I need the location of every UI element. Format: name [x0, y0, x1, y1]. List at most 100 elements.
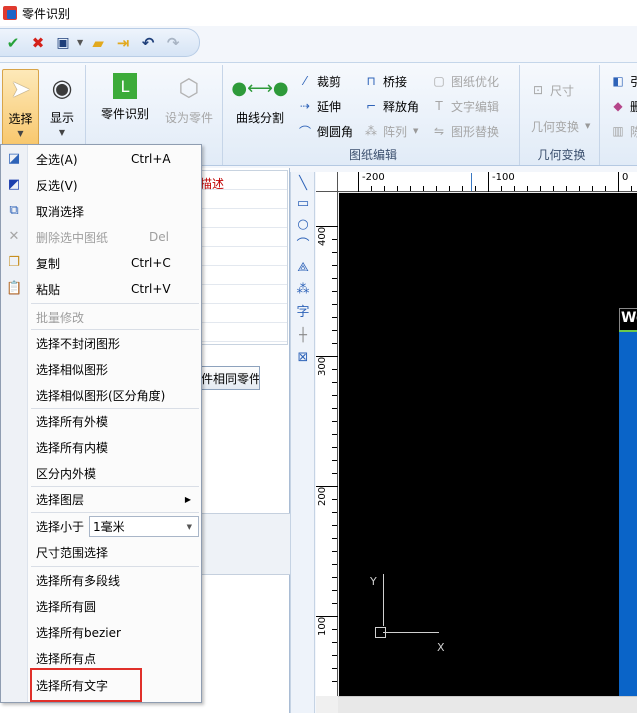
drawing-toolbox: ╲ ▭ ○ ⌒ ⟁ ⁂ 字 ┼ ⊠ — [290, 172, 315, 713]
bridge-label: 桥接 — [383, 74, 408, 89]
menu-item-select-all[interactable]: ◪ 全选(A) Ctrl+A — [1, 146, 201, 172]
rectangle-tool-icon[interactable]: ▭ — [295, 196, 311, 212]
hexagon-icon: ⬡ — [178, 74, 200, 102]
shape-replace-icon: ⇋ — [433, 124, 445, 138]
magic-wand-icon[interactable]: ⁂ — [295, 282, 311, 298]
drawing-area[interactable]: We Y X — [339, 193, 637, 696]
curve-split-button[interactable]: ●⟷● 曲线分割 — [230, 69, 290, 126]
window-title: 零件识别 — [22, 6, 71, 21]
select-button[interactable]: ➤ 选择 ▼ — [2, 69, 39, 149]
optimize-icon: ▢ — [433, 74, 445, 88]
more-label-3: 陈 — [630, 124, 637, 139]
ruler-left: 400 300 200 100 — [316, 192, 338, 696]
menu-item-select-bezier[interactable]: 选择所有bezier — [1, 619, 201, 645]
export-icon[interactable]: ⇥ — [112, 32, 134, 54]
extend-button[interactable]: ⇢ 延伸 — [296, 95, 341, 117]
more-button-3[interactable]: ▥ 陈 — [609, 120, 637, 142]
menu-item-select-unclosed[interactable]: 选择不封闭图形 — [1, 330, 201, 356]
part-recognition-button[interactable]: L 零件识别 — [95, 69, 155, 122]
part-recognition-icon: L — [113, 73, 137, 99]
ruler-top-label: -100 — [492, 172, 515, 183]
menu-item-label: 反选(V) — [36, 178, 78, 193]
dimension-button[interactable]: ⊡ 尺寸 — [529, 79, 574, 101]
save-icon[interactable]: ▣ — [52, 32, 74, 54]
menu-item-label: 选择所有bezier — [36, 625, 121, 640]
shape-replace-label: 图形替换 — [451, 124, 500, 139]
axis-y-label: Y — [370, 575, 377, 588]
display-button[interactable]: ◉ 显示 ▼ — [44, 69, 80, 137]
menu-item-cancel-selection[interactable]: ⧉ 取消选择 — [1, 198, 201, 224]
menu-item-label: 复制 — [36, 256, 61, 271]
optimize-button[interactable]: ▢ 图纸优化 — [430, 70, 499, 92]
menu-item-label: 取消选择 — [36, 204, 85, 219]
more-label-2: 删 — [630, 99, 637, 114]
array-button[interactable]: ⁂ 阵列 ▼ — [362, 120, 418, 142]
menu-item-paste[interactable]: 📋 粘贴 Ctrl+V — [1, 276, 201, 302]
check-icon[interactable]: ✔ — [2, 32, 24, 54]
arc-tool-icon[interactable]: ⌒ — [295, 238, 311, 254]
trim-icon: ⁄ — [303, 74, 306, 88]
menu-item-label: 区分内外模 — [36, 466, 97, 481]
copy-icon: ❐ — [8, 255, 20, 270]
menu-item-select-similar[interactable]: 选择相似图形 — [1, 356, 201, 382]
smaller-than-select[interactable]: 1毫米 ▼ — [89, 516, 199, 537]
set-as-part-button[interactable]: ⬡ 设为零件 — [159, 69, 219, 126]
menu-item-batch-modify[interactable]: 批量修改 — [1, 304, 201, 330]
fillet-icon: ⌒ — [298, 124, 311, 139]
part-shape[interactable] — [619, 330, 637, 696]
menu-item-split-inner-outer[interactable]: 区分内外模 — [1, 460, 201, 486]
release-radius-icon: ⌐ — [365, 99, 377, 113]
horizontal-scrollbar[interactable] — [338, 696, 637, 713]
text-icon: T — [435, 99, 443, 113]
menu-item-shortcut: Ctrl+C — [131, 256, 171, 270]
menu-item-size-range[interactable]: 尺寸范围选择 — [1, 539, 201, 565]
menu-item-select-polylines[interactable]: 选择所有多段线 — [1, 567, 201, 593]
menu-item-label: 批量修改 — [36, 310, 85, 325]
geometry-transform-button[interactable]: 几何变换 ▼ — [531, 115, 590, 137]
menu-item-select-inner[interactable]: 选择所有内模 — [1, 434, 201, 460]
menu-item-copy[interactable]: ❐ 复制 Ctrl+C — [1, 250, 201, 276]
cross-icon[interactable]: ✖ — [27, 32, 49, 54]
fillet-button[interactable]: ⌒ 倒圆角 — [296, 120, 353, 142]
bridge-button[interactable]: ⊓ 桥接 — [362, 70, 407, 92]
menu-item-select-smaller[interactable]: 选择小于 1毫米 ▼ — [1, 513, 201, 539]
menu-item-invert-selection[interactable]: ◩ 反选(V) — [1, 172, 201, 198]
menu-item-label: 选择相似图形 — [36, 362, 109, 377]
menu-item-select-outer[interactable]: 选择所有外模 — [1, 408, 201, 434]
polyline-tool-icon[interactable]: ⟁ — [295, 260, 311, 276]
redo-icon[interactable]: ↷ — [162, 32, 184, 54]
save-dropdown-icon[interactable]: ▼ — [77, 38, 83, 47]
line-tool-icon[interactable]: ╲ — [295, 176, 311, 192]
more-button-1[interactable]: ◧ 引 — [609, 70, 637, 92]
set-as-part-label: 设为零件 — [164, 111, 213, 125]
menu-item-select-circles[interactable]: 选择所有圆 — [1, 593, 201, 619]
array-icon: ⁂ — [365, 124, 377, 138]
release-radius-button[interactable]: ⌐ 释放角 — [362, 95, 419, 117]
ruler-left-label: 200 — [317, 486, 328, 506]
undo-icon[interactable]: ↶ — [137, 32, 159, 54]
drawing-canvas[interactable]: -200 -100 0 400 300 200 100 We Y X — [316, 172, 637, 713]
dimension-tool-icon[interactable]: ⊠ — [295, 350, 311, 366]
more-button-2[interactable]: ◆ 删 — [609, 95, 637, 117]
menu-item-label: 选择不封闭图形 — [36, 336, 121, 351]
eye-icon: ◉ — [51, 74, 73, 102]
circle-tool-icon[interactable]: ○ — [295, 217, 311, 233]
text-tool-icon[interactable]: 字 — [295, 305, 311, 321]
axis-origin-box — [375, 627, 386, 638]
menu-item-select-layer[interactable]: 选择图层 ▶ — [1, 486, 201, 512]
trim-button[interactable]: ⁄ 裁剪 — [296, 70, 341, 92]
ribbon-group-more: ◧ 引 ◆ 删 ▥ 陈 — [603, 65, 637, 165]
group-label-geometry: 几何变换 — [537, 148, 586, 162]
same-parts-button[interactable]: 件相同零件 — [196, 366, 260, 390]
chevron-down-icon: ▼ — [186, 522, 192, 531]
highlight-annotation-box — [30, 668, 142, 702]
text-edit-button[interactable]: T 文字编辑 — [430, 95, 499, 117]
part-label: We — [621, 310, 637, 326]
menu-item-label: 选择小于 — [36, 519, 85, 534]
menu-item-select-similar-angle[interactable]: 选择相似图形(区分角度) — [1, 382, 201, 408]
crosshair-icon[interactable]: ┼ — [295, 328, 311, 344]
shape-replace-button[interactable]: ⇋ 图形替换 — [430, 120, 499, 142]
menu-item-label: 选择所有外模 — [36, 414, 109, 429]
menu-item-delete-selected[interactable]: ✕ 删除选中图纸 Del — [1, 224, 201, 250]
open-folder-icon[interactable]: ▰ — [87, 32, 109, 54]
